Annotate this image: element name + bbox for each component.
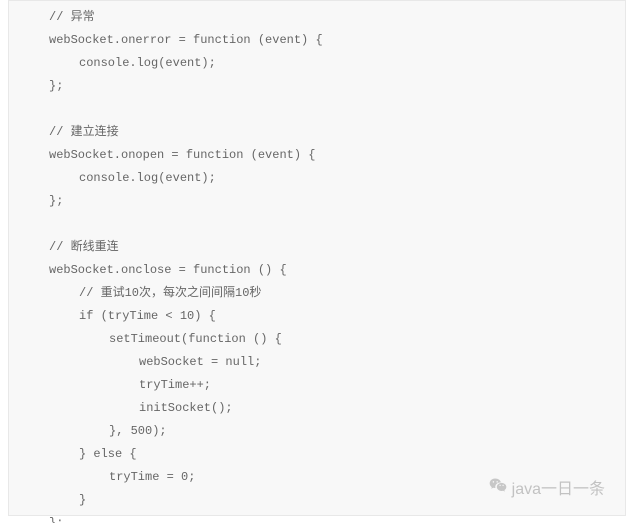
code-line: setTimeout(function () { [9, 328, 625, 351]
code-line: // 异常 [9, 6, 625, 29]
code-line: }; [9, 75, 625, 98]
code-line: }; [9, 190, 625, 213]
code-line: tryTime = 0; [9, 466, 625, 489]
code-block: // 异常webSocket.onerror = function (event… [8, 0, 626, 516]
code-line: webSocket = null; [9, 351, 625, 374]
code-line: webSocket.onopen = function (event) { [9, 144, 625, 167]
code-line: }, 500); [9, 420, 625, 443]
code-line: initSocket(); [9, 397, 625, 420]
code-line: // 断线重连 [9, 236, 625, 259]
code-line: // 建立连接 [9, 121, 625, 144]
code-line: webSocket.onerror = function (event) { [9, 29, 625, 52]
code-line: // 重试10次，每次之间间隔10秒 [9, 282, 625, 305]
code-line: tryTime++; [9, 374, 625, 397]
code-line: console.log(event); [9, 52, 625, 75]
code-line: } [9, 489, 625, 512]
code-line: webSocket.onclose = function () { [9, 259, 625, 282]
code-line: } else { [9, 443, 625, 466]
code-line: }; [9, 512, 625, 523]
code-line [9, 98, 625, 121]
code-lines: // 异常webSocket.onerror = function (event… [9, 1, 625, 523]
code-line [9, 213, 625, 236]
code-line: console.log(event); [9, 167, 625, 190]
code-line: if (tryTime < 10) { [9, 305, 625, 328]
